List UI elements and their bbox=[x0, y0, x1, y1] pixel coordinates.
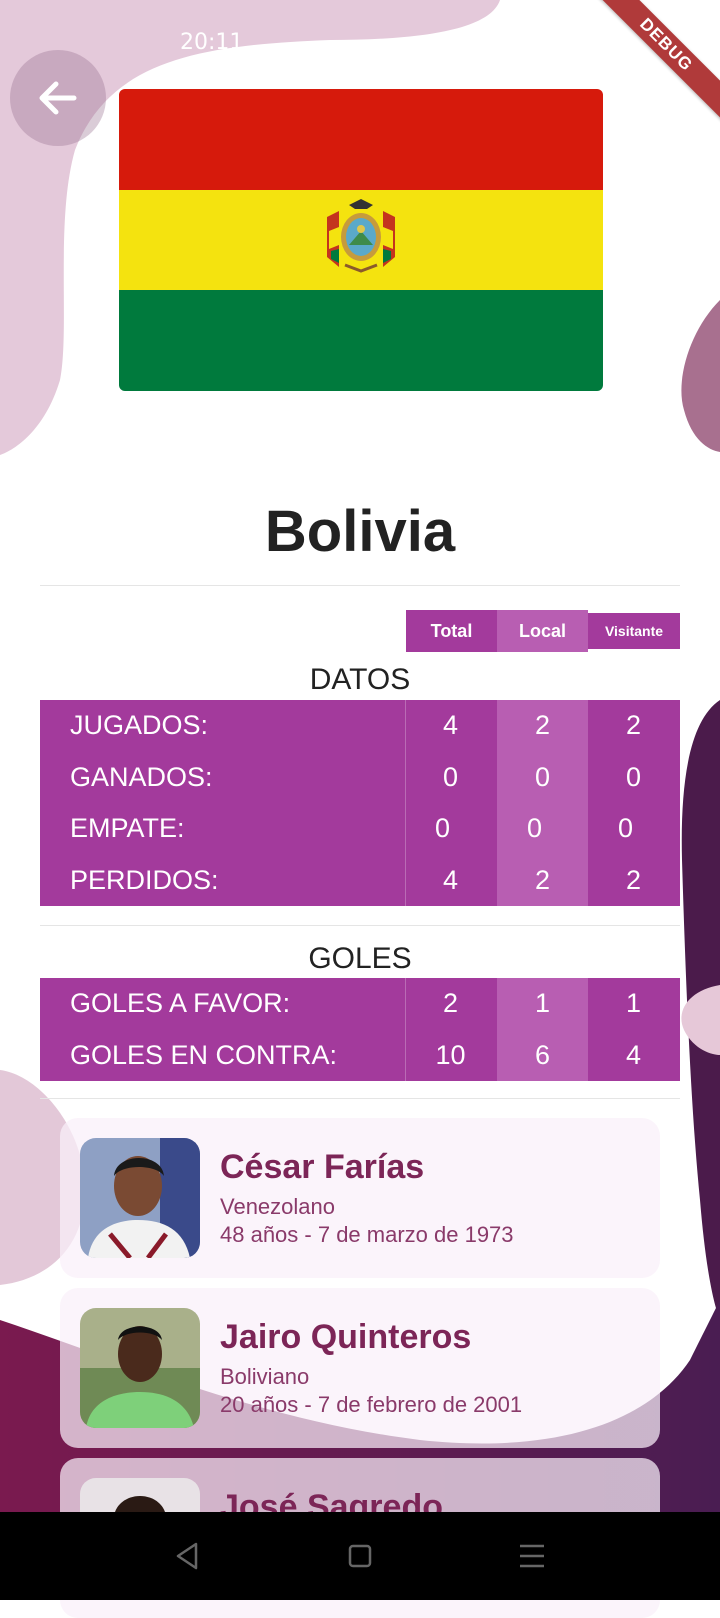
value-total: 4 bbox=[442, 710, 459, 741]
row-label: GANADOS: bbox=[70, 761, 213, 792]
divider bbox=[40, 1098, 680, 1099]
player-card[interactable]: Jairo Quinteros Boliviano 20 años - 7 de… bbox=[60, 1288, 660, 1448]
player-age: 20 años - 7 de febrero de 2001 bbox=[220, 1392, 523, 1417]
value-local: 6 bbox=[534, 1039, 551, 1070]
value-local: 1 bbox=[534, 988, 551, 1019]
player-age: 48 años - 7 de marzo de 1973 bbox=[220, 1222, 514, 1247]
player-name: César Farías bbox=[220, 1148, 425, 1186]
table-row: EMPATE: 0 0 0 bbox=[40, 803, 680, 855]
triangle-back-icon[interactable] bbox=[168, 1536, 208, 1576]
menu-lines-icon[interactable] bbox=[512, 1536, 552, 1576]
status-time: 20:11 bbox=[180, 30, 244, 55]
datos-table: JUGADOS: 4 2 2 GANADOS: 0 0 0 EMPATE: 0 … bbox=[40, 700, 680, 906]
value-total: 0 bbox=[434, 813, 451, 844]
table-row: PERDIDOS: 4 2 2 bbox=[40, 855, 680, 907]
team-flag bbox=[119, 89, 603, 391]
value-visitor: 0 bbox=[625, 761, 642, 792]
value-visitor: 2 bbox=[625, 864, 642, 895]
divider bbox=[40, 585, 680, 586]
value-visitor: 2 bbox=[625, 710, 642, 741]
section-title-datos: DATOS bbox=[309, 663, 411, 696]
table-row: GANADOS: 0 0 0 bbox=[40, 752, 680, 804]
player-avatar bbox=[80, 1308, 200, 1428]
goles-table: GOLES A FAVOR: 2 1 1 GOLES EN CONTRA: 10… bbox=[40, 978, 680, 1081]
back-button[interactable] bbox=[10, 50, 106, 146]
tab-visitante[interactable]: Visitante bbox=[588, 613, 680, 649]
row-label: GOLES A FAVOR: bbox=[70, 988, 291, 1019]
player-nationality: Venezolano bbox=[220, 1194, 335, 1219]
value-visitor: 1 bbox=[625, 988, 642, 1019]
row-label: GOLES EN CONTRA: bbox=[70, 1039, 338, 1070]
player-avatar bbox=[80, 1138, 200, 1258]
system-navigation-bar bbox=[0, 1512, 720, 1600]
table-row: GOLES A FAVOR: 2 1 1 bbox=[40, 978, 680, 1030]
table-row: GOLES EN CONTRA: 10 6 4 bbox=[40, 1030, 680, 1082]
player-name: Jairo Quinteros bbox=[220, 1318, 472, 1356]
tab-total[interactable]: Total bbox=[406, 610, 497, 652]
team-name: Bolivia bbox=[264, 499, 456, 564]
arrow-left-icon bbox=[39, 81, 77, 115]
divider bbox=[40, 925, 680, 926]
value-visitor: 4 bbox=[625, 1039, 642, 1070]
value-local: 0 bbox=[534, 761, 551, 792]
tab-local[interactable]: Local bbox=[497, 610, 588, 652]
value-local: 0 bbox=[526, 813, 543, 844]
square-home-icon[interactable] bbox=[340, 1536, 380, 1576]
player-nationality: Boliviano bbox=[220, 1364, 310, 1389]
row-label: EMPATE: bbox=[70, 813, 185, 844]
value-total: 2 bbox=[442, 988, 459, 1019]
value-total: 0 bbox=[442, 761, 459, 792]
value-total: 4 bbox=[442, 864, 459, 895]
coat-of-arms-emblem bbox=[327, 199, 395, 273]
section-title-goles: GOLES bbox=[308, 942, 412, 975]
row-label: JUGADOS: bbox=[70, 710, 209, 741]
player-card[interactable]: César Farías Venezolano 48 años - 7 de m… bbox=[60, 1118, 660, 1278]
value-total: 10 bbox=[435, 1039, 466, 1070]
table-row: JUGADOS: 4 2 2 bbox=[40, 700, 680, 752]
value-local: 2 bbox=[534, 864, 551, 895]
value-local: 2 bbox=[534, 710, 551, 741]
value-visitor: 0 bbox=[617, 813, 634, 844]
row-label: PERDIDOS: bbox=[70, 864, 219, 895]
